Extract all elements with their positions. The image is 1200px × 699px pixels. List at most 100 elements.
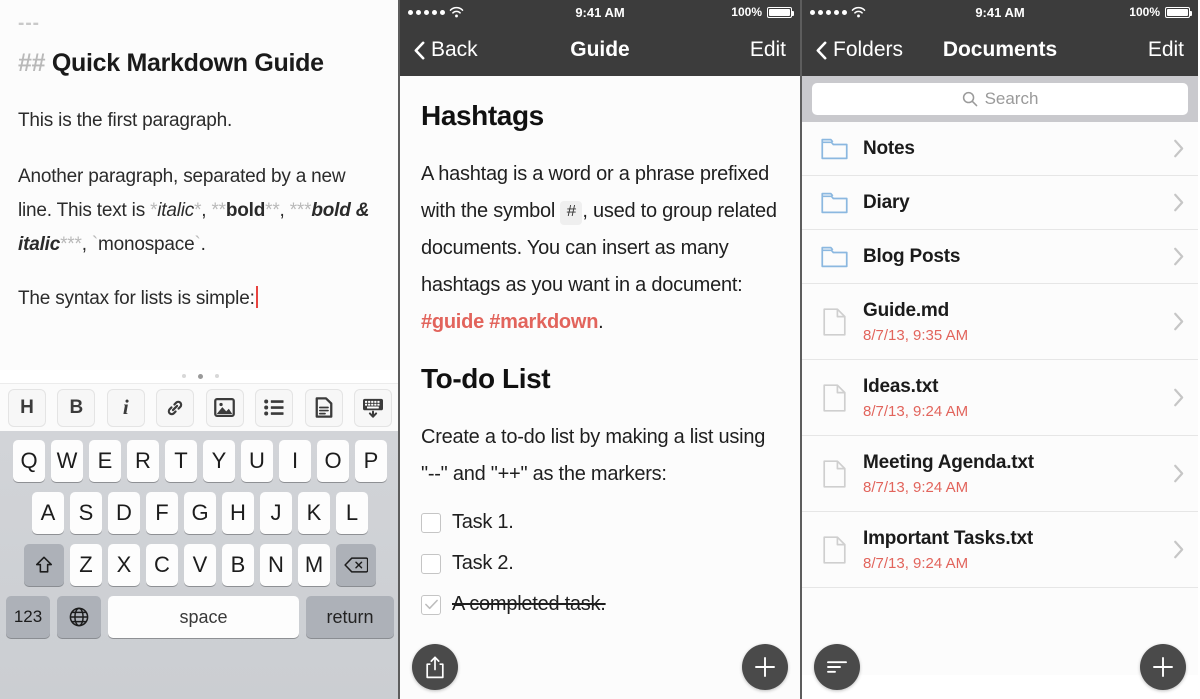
hide-keyboard-icon (362, 398, 383, 418)
battery-icon-mid (767, 6, 794, 18)
toolbar-page-indicator (0, 371, 398, 381)
bolditalic-open-marker: *** (289, 200, 312, 221)
key-P[interactable]: P (355, 440, 387, 482)
hide-keyboard-button[interactable] (353, 388, 392, 427)
key-Z[interactable]: Z (70, 544, 102, 586)
row-text: Notes (863, 138, 1159, 160)
row-text: Blog Posts (863, 246, 1159, 268)
folder-name: Blog Posts (863, 245, 961, 267)
key-F[interactable]: F (146, 492, 178, 534)
checkmark-icon (424, 599, 438, 610)
key-B[interactable]: B (222, 544, 254, 586)
editor-paragraph-2: Another paragraph, separated by a new li… (18, 160, 380, 262)
hashtag-markdown-link[interactable]: #markdown (489, 311, 598, 333)
add-button-mid[interactable] (742, 644, 788, 690)
sort-button-right[interactable] (814, 644, 860, 690)
list-item-important-tasks-txt[interactable]: Important Tasks.txt 8/7/13, 9:24 AM (802, 512, 1198, 588)
backspace-key[interactable] (336, 544, 376, 586)
key-S[interactable]: S (70, 492, 102, 534)
document-icon (315, 397, 332, 418)
key-M[interactable]: M (298, 544, 330, 586)
key-G[interactable]: G (184, 492, 216, 534)
list-item-guide-md[interactable]: Guide.md 8/7/13, 9:35 AM (802, 284, 1198, 360)
link-button[interactable] (156, 388, 195, 427)
list-item-notes[interactable]: Notes (802, 122, 1198, 176)
list-item-diary[interactable]: Diary (802, 176, 1198, 230)
hashtag-guide-link[interactable]: #guide (421, 311, 484, 333)
document-button[interactable] (304, 388, 343, 427)
heading-marker: ## (18, 49, 52, 77)
share-icon (426, 656, 444, 678)
key-V[interactable]: V (184, 544, 216, 586)
back-label-mid: Back (431, 38, 478, 61)
globe-icon (69, 607, 89, 627)
list-item-blog-posts[interactable]: Blog Posts (802, 230, 1198, 284)
key-N[interactable]: N (260, 544, 292, 586)
key-T[interactable]: T (165, 440, 197, 482)
bold-button[interactable]: B (57, 388, 96, 427)
document-content-mid: Hashtags A hashtag is a word or a phrase… (400, 76, 800, 699)
key-Q[interactable]: Q (13, 440, 45, 482)
folders-back-button[interactable]: Folders (816, 38, 903, 62)
row-text: Guide.md 8/7/13, 9:35 AM (863, 300, 1159, 344)
nav-bar-mid: Back Guide Edit (400, 24, 800, 76)
shift-key[interactable] (24, 544, 64, 586)
folders-back-label: Folders (833, 38, 904, 61)
chevron-right-icon (1174, 312, 1184, 331)
italic-button[interactable]: i (106, 388, 145, 427)
return-key[interactable]: return (306, 596, 394, 638)
todo-item-1[interactable]: Task 1. (421, 511, 779, 534)
folder-icon (819, 192, 849, 214)
back-button-mid[interactable]: Back (414, 38, 478, 62)
key-O[interactable]: O (317, 440, 349, 482)
battery-icon-right (1165, 6, 1192, 18)
edit-button-right[interactable]: Edit (1148, 38, 1184, 62)
space-key[interactable]: space (108, 596, 299, 638)
key-U[interactable]: U (241, 440, 273, 482)
key-A[interactable]: A (32, 492, 64, 534)
markdown-editor-textarea[interactable]: --- ## Quick Markdown Guide This is the … (0, 0, 398, 370)
on-screen-keyboard[interactable]: Q W E R T Y U I O P A S D F G H J K L Z … (0, 431, 398, 699)
list-item-meeting-agenda-txt[interactable]: Meeting Agenda.txt 8/7/13, 9:24 AM (802, 436, 1198, 512)
chevron-right-icon (1174, 193, 1184, 212)
key-Y[interactable]: Y (203, 440, 235, 482)
checkbox-unchecked-icon[interactable] (421, 553, 441, 574)
bullet-list-icon (264, 399, 284, 416)
key-I[interactable]: I (279, 440, 311, 482)
key-W[interactable]: W (51, 440, 83, 482)
search-placeholder: Search (984, 89, 1039, 108)
key-D[interactable]: D (108, 492, 140, 534)
todo-item-3[interactable]: A completed task. (421, 593, 779, 616)
globe-key[interactable] (57, 596, 101, 638)
comma-2: , (279, 200, 290, 221)
status-signal-group-right (810, 6, 866, 18)
comma-3: , (81, 234, 92, 255)
add-button-right[interactable] (1140, 644, 1186, 690)
edit-button-mid[interactable]: Edit (750, 38, 786, 62)
folder-name: Diary (863, 191, 910, 213)
key-R[interactable]: R (127, 440, 159, 482)
key-X[interactable]: X (108, 544, 140, 586)
share-button-mid[interactable] (412, 644, 458, 690)
chevron-right-icon (1174, 464, 1184, 483)
bolditalic-close-marker: *** (60, 234, 82, 255)
checkbox-checked-icon[interactable] (421, 594, 441, 615)
key-L[interactable]: L (336, 492, 368, 534)
key-K[interactable]: K (298, 492, 330, 534)
todo-paragraph: Create a to-do list by making a list usi… (421, 426, 766, 485)
numbers-key[interactable]: 123 (6, 596, 50, 638)
checkbox-unchecked-icon[interactable] (421, 512, 441, 533)
list-item-ideas-txt[interactable]: Ideas.txt 8/7/13, 9:24 AM (802, 360, 1198, 436)
key-H[interactable]: H (222, 492, 254, 534)
search-input[interactable]: Search (812, 83, 1188, 115)
link-icon (168, 400, 183, 415)
todo-item-2[interactable]: Task 2. (421, 552, 779, 575)
list-button[interactable] (255, 388, 294, 427)
period: . (200, 234, 206, 255)
heading-button[interactable]: H (8, 388, 46, 427)
key-E[interactable]: E (89, 440, 121, 482)
key-C[interactable]: C (146, 544, 178, 586)
image-button[interactable] (205, 388, 244, 427)
key-J[interactable]: J (260, 492, 292, 534)
documents-list: Notes Diary Blog Posts Guide.md 8/7/13, … (802, 122, 1198, 690)
